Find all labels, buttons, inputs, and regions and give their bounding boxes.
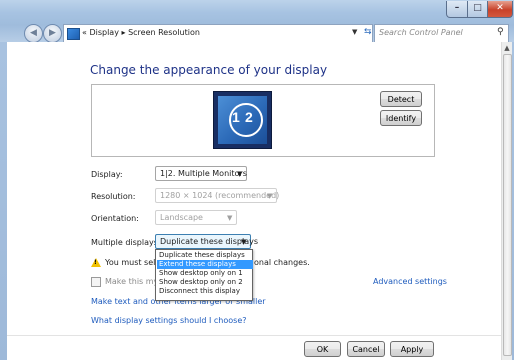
minimize-icon: –	[454, 3, 460, 13]
window-frame-left	[0, 42, 7, 360]
scroll-up-icon[interactable]: ▲	[503, 44, 511, 52]
option-show-only-1[interactable]: Show desktop only on 1	[157, 269, 253, 278]
option-duplicate[interactable]: Duplicate these displays	[157, 251, 253, 260]
monitor-screen: 1 2	[218, 96, 267, 144]
orientation-value: Landscape	[160, 213, 203, 222]
chevron-down-icon: ▼	[241, 238, 247, 246]
page-title: Change the appearance of your display	[90, 63, 328, 77]
breadcrumb-item-display[interactable]: Display	[89, 28, 119, 37]
back-arrow-icon: ◀	[30, 28, 37, 38]
minimize-button[interactable]: –	[446, 1, 468, 18]
control-panel-icon	[67, 28, 80, 40]
orientation-label: Orientation:	[91, 214, 139, 223]
close-button[interactable]: ✕	[487, 1, 513, 18]
apply-button[interactable]: Apply	[390, 341, 434, 357]
multiple-displays-label: Multiple displays:	[91, 238, 161, 247]
identify-button[interactable]: Identify	[380, 110, 422, 126]
chevron-down-icon: ▼	[227, 214, 233, 222]
ok-button[interactable]: OK	[304, 341, 341, 357]
resolution-value: 1280 × 1024 (recommended)	[160, 191, 280, 200]
option-extend[interactable]: Extend these displays	[157, 260, 253, 269]
refresh-icon[interactable]: ⇆	[364, 27, 372, 37]
help-link[interactable]: What display settings should I choose?	[91, 316, 247, 325]
resolution-label: Resolution:	[91, 192, 136, 201]
breadcrumb: « Display ▸ Screen Resolution	[82, 27, 200, 39]
option-disconnect[interactable]: Disconnect this display	[157, 287, 253, 296]
monitor-number-1: 1	[232, 109, 240, 125]
vertical-scrollbar[interactable]: ▲	[501, 42, 512, 360]
display-dropdown[interactable]: 1|2. Multiple Monitors ▼	[155, 166, 247, 181]
warning-exclamation: !	[94, 259, 97, 266]
forward-button[interactable]: ▶	[43, 24, 62, 43]
scroll-thumb[interactable]	[503, 54, 512, 356]
maximize-button[interactable]: □	[467, 1, 488, 18]
search-input[interactable]: Search Control Panel	[379, 28, 463, 37]
multiple-displays-dropdown[interactable]: Duplicate these displays ▼	[155, 234, 258, 249]
maximize-icon: □	[473, 3, 482, 13]
close-icon: ✕	[496, 3, 504, 13]
cancel-button[interactable]: Cancel	[347, 341, 385, 357]
chevron-down-icon: ▼	[237, 170, 243, 178]
forward-arrow-icon: ▶	[49, 28, 56, 38]
chevron-down-icon: ▼	[267, 192, 273, 200]
footer-divider	[7, 335, 501, 336]
primary-display-checkbox[interactable]	[91, 277, 101, 287]
detect-button[interactable]: Detect	[380, 91, 422, 107]
back-button[interactable]: ◀	[24, 24, 43, 43]
monitor-icon[interactable]: 1 2	[213, 91, 272, 149]
search-icon[interactable]: ⚲	[497, 27, 504, 37]
orientation-dropdown[interactable]: Landscape ▼	[155, 210, 237, 225]
breadcrumb-separator[interactable]: ▸	[122, 28, 126, 37]
display-value: 1|2. Multiple Monitors	[160, 169, 247, 178]
address-bar[interactable]: « Display ▸ Screen Resolution ▼ ⇆	[63, 24, 373, 43]
display-label: Display:	[91, 170, 123, 179]
monitor-number-2: 2	[245, 109, 253, 125]
multiple-displays-listbox[interactable]: Duplicate these displays Extend these di…	[155, 249, 253, 301]
resolution-dropdown[interactable]: 1280 × 1024 (recommended) ▼	[155, 188, 280, 203]
monitor-preview: 1 2 Detect Identify	[91, 84, 435, 157]
advanced-settings-link[interactable]: Advanced settings	[373, 277, 447, 286]
search-box[interactable]: Search Control Panel ⚲	[374, 24, 509, 43]
breadcrumb-item-screen-resolution[interactable]: Screen Resolution	[128, 28, 200, 37]
breadcrumb-overflow[interactable]: «	[82, 28, 87, 37]
warning-text-end: onal changes.	[254, 258, 310, 267]
option-show-only-2[interactable]: Show desktop only on 2	[157, 278, 253, 287]
dropdown-arrow-icon[interactable]: ▼	[352, 28, 357, 36]
